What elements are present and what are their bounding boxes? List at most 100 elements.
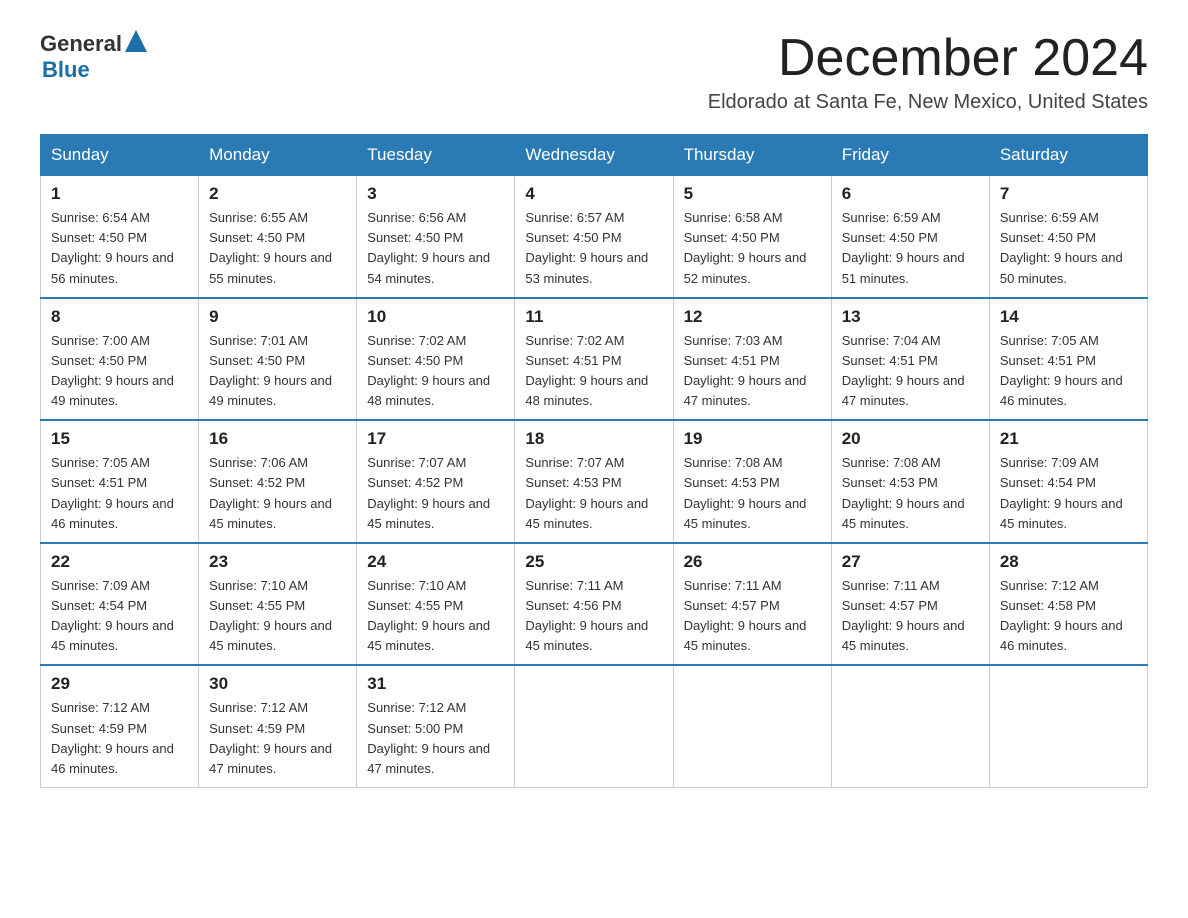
day-info: Sunrise: 6:59 AM Sunset: 4:50 PM Dayligh… — [1000, 208, 1137, 289]
logo-triangle-icon — [125, 30, 147, 52]
day-info: Sunrise: 7:03 AM Sunset: 4:51 PM Dayligh… — [684, 331, 821, 412]
table-row — [831, 665, 989, 787]
table-row: 14 Sunrise: 7:05 AM Sunset: 4:51 PM Dayl… — [989, 298, 1147, 421]
day-number: 11 — [525, 307, 662, 327]
day-number: 14 — [1000, 307, 1137, 327]
table-row: 4 Sunrise: 6:57 AM Sunset: 4:50 PM Dayli… — [515, 176, 673, 298]
table-row: 21 Sunrise: 7:09 AM Sunset: 4:54 PM Dayl… — [989, 420, 1147, 543]
day-number: 8 — [51, 307, 188, 327]
table-row: 10 Sunrise: 7:02 AM Sunset: 4:50 PM Dayl… — [357, 298, 515, 421]
table-row: 25 Sunrise: 7:11 AM Sunset: 4:56 PM Dayl… — [515, 543, 673, 666]
table-row: 15 Sunrise: 7:05 AM Sunset: 4:51 PM Dayl… — [41, 420, 199, 543]
day-info: Sunrise: 6:57 AM Sunset: 4:50 PM Dayligh… — [525, 208, 662, 289]
day-info: Sunrise: 7:05 AM Sunset: 4:51 PM Dayligh… — [1000, 331, 1137, 412]
day-number: 17 — [367, 429, 504, 449]
day-info: Sunrise: 7:05 AM Sunset: 4:51 PM Dayligh… — [51, 453, 188, 534]
week-row-1: 1 Sunrise: 6:54 AM Sunset: 4:50 PM Dayli… — [41, 176, 1148, 298]
table-row: 5 Sunrise: 6:58 AM Sunset: 4:50 PM Dayli… — [673, 176, 831, 298]
table-row: 6 Sunrise: 6:59 AM Sunset: 4:50 PM Dayli… — [831, 176, 989, 298]
day-info: Sunrise: 7:02 AM Sunset: 4:51 PM Dayligh… — [525, 331, 662, 412]
table-row — [989, 665, 1147, 787]
day-number: 26 — [684, 552, 821, 572]
location-title: Eldorado at Santa Fe, New Mexico, United… — [708, 91, 1148, 114]
day-info: Sunrise: 7:10 AM Sunset: 4:55 PM Dayligh… — [367, 576, 504, 657]
week-row-2: 8 Sunrise: 7:00 AM Sunset: 4:50 PM Dayli… — [41, 298, 1148, 421]
table-row: 19 Sunrise: 7:08 AM Sunset: 4:53 PM Dayl… — [673, 420, 831, 543]
day-number: 16 — [209, 429, 346, 449]
day-info: Sunrise: 6:54 AM Sunset: 4:50 PM Dayligh… — [51, 208, 188, 289]
day-number: 30 — [209, 674, 346, 694]
table-row: 16 Sunrise: 7:06 AM Sunset: 4:52 PM Dayl… — [199, 420, 357, 543]
day-number: 5 — [684, 184, 821, 204]
week-row-4: 22 Sunrise: 7:09 AM Sunset: 4:54 PM Dayl… — [41, 543, 1148, 666]
table-row: 8 Sunrise: 7:00 AM Sunset: 4:50 PM Dayli… — [41, 298, 199, 421]
table-row: 23 Sunrise: 7:10 AM Sunset: 4:55 PM Dayl… — [199, 543, 357, 666]
day-number: 4 — [525, 184, 662, 204]
day-info: Sunrise: 7:02 AM Sunset: 4:50 PM Dayligh… — [367, 331, 504, 412]
day-info: Sunrise: 7:06 AM Sunset: 4:52 PM Dayligh… — [209, 453, 346, 534]
table-row: 9 Sunrise: 7:01 AM Sunset: 4:50 PM Dayli… — [199, 298, 357, 421]
day-info: Sunrise: 7:09 AM Sunset: 4:54 PM Dayligh… — [51, 576, 188, 657]
day-info: Sunrise: 6:55 AM Sunset: 4:50 PM Dayligh… — [209, 208, 346, 289]
table-row: 11 Sunrise: 7:02 AM Sunset: 4:51 PM Dayl… — [515, 298, 673, 421]
table-row: 24 Sunrise: 7:10 AM Sunset: 4:55 PM Dayl… — [357, 543, 515, 666]
table-row: 29 Sunrise: 7:12 AM Sunset: 4:59 PM Dayl… — [41, 665, 199, 787]
day-info: Sunrise: 7:09 AM Sunset: 4:54 PM Dayligh… — [1000, 453, 1137, 534]
table-row: 31 Sunrise: 7:12 AM Sunset: 5:00 PM Dayl… — [357, 665, 515, 787]
table-row: 7 Sunrise: 6:59 AM Sunset: 4:50 PM Dayli… — [989, 176, 1147, 298]
day-number: 15 — [51, 429, 188, 449]
col-header-saturday: Saturday — [989, 135, 1147, 176]
day-info: Sunrise: 7:04 AM Sunset: 4:51 PM Dayligh… — [842, 331, 979, 412]
table-row: 2 Sunrise: 6:55 AM Sunset: 4:50 PM Dayli… — [199, 176, 357, 298]
day-number: 6 — [842, 184, 979, 204]
col-header-tuesday: Tuesday — [357, 135, 515, 176]
col-header-friday: Friday — [831, 135, 989, 176]
day-number: 22 — [51, 552, 188, 572]
table-row: 20 Sunrise: 7:08 AM Sunset: 4:53 PM Dayl… — [831, 420, 989, 543]
day-info: Sunrise: 7:07 AM Sunset: 4:53 PM Dayligh… — [525, 453, 662, 534]
day-info: Sunrise: 7:08 AM Sunset: 4:53 PM Dayligh… — [842, 453, 979, 534]
day-number: 18 — [525, 429, 662, 449]
day-number: 12 — [684, 307, 821, 327]
day-info: Sunrise: 7:12 AM Sunset: 4:59 PM Dayligh… — [209, 698, 346, 779]
calendar-header-row: Sunday Monday Tuesday Wednesday Thursday… — [41, 135, 1148, 176]
day-info: Sunrise: 7:11 AM Sunset: 4:57 PM Dayligh… — [842, 576, 979, 657]
day-number: 28 — [1000, 552, 1137, 572]
logo: General Blue — [40, 30, 147, 83]
day-number: 9 — [209, 307, 346, 327]
week-row-5: 29 Sunrise: 7:12 AM Sunset: 4:59 PM Dayl… — [41, 665, 1148, 787]
day-number: 31 — [367, 674, 504, 694]
table-row: 28 Sunrise: 7:12 AM Sunset: 4:58 PM Dayl… — [989, 543, 1147, 666]
table-row: 13 Sunrise: 7:04 AM Sunset: 4:51 PM Dayl… — [831, 298, 989, 421]
table-row: 30 Sunrise: 7:12 AM Sunset: 4:59 PM Dayl… — [199, 665, 357, 787]
table-row — [673, 665, 831, 787]
day-number: 19 — [684, 429, 821, 449]
table-row: 1 Sunrise: 6:54 AM Sunset: 4:50 PM Dayli… — [41, 176, 199, 298]
col-header-wednesday: Wednesday — [515, 135, 673, 176]
day-info: Sunrise: 7:11 AM Sunset: 4:56 PM Dayligh… — [525, 576, 662, 657]
day-number: 23 — [209, 552, 346, 572]
day-number: 29 — [51, 674, 188, 694]
title-section: December 2024 Eldorado at Santa Fe, New … — [708, 30, 1148, 114]
logo-text-general: General — [40, 31, 122, 56]
day-info: Sunrise: 7:11 AM Sunset: 4:57 PM Dayligh… — [684, 576, 821, 657]
table-row: 18 Sunrise: 7:07 AM Sunset: 4:53 PM Dayl… — [515, 420, 673, 543]
table-row: 22 Sunrise: 7:09 AM Sunset: 4:54 PM Dayl… — [41, 543, 199, 666]
day-info: Sunrise: 6:56 AM Sunset: 4:50 PM Dayligh… — [367, 208, 504, 289]
table-row: 17 Sunrise: 7:07 AM Sunset: 4:52 PM Dayl… — [357, 420, 515, 543]
page-header: General Blue December 2024 Eldorado at S… — [40, 30, 1148, 114]
day-info: Sunrise: 7:12 AM Sunset: 4:59 PM Dayligh… — [51, 698, 188, 779]
day-info: Sunrise: 7:12 AM Sunset: 5:00 PM Dayligh… — [367, 698, 504, 779]
logo-text-blue: Blue — [42, 57, 147, 82]
day-info: Sunrise: 7:12 AM Sunset: 4:58 PM Dayligh… — [1000, 576, 1137, 657]
day-number: 3 — [367, 184, 504, 204]
col-header-thursday: Thursday — [673, 135, 831, 176]
day-info: Sunrise: 6:58 AM Sunset: 4:50 PM Dayligh… — [684, 208, 821, 289]
day-number: 1 — [51, 184, 188, 204]
day-number: 21 — [1000, 429, 1137, 449]
day-number: 10 — [367, 307, 504, 327]
day-number: 7 — [1000, 184, 1137, 204]
table-row — [515, 665, 673, 787]
day-info: Sunrise: 6:59 AM Sunset: 4:50 PM Dayligh… — [842, 208, 979, 289]
col-header-sunday: Sunday — [41, 135, 199, 176]
